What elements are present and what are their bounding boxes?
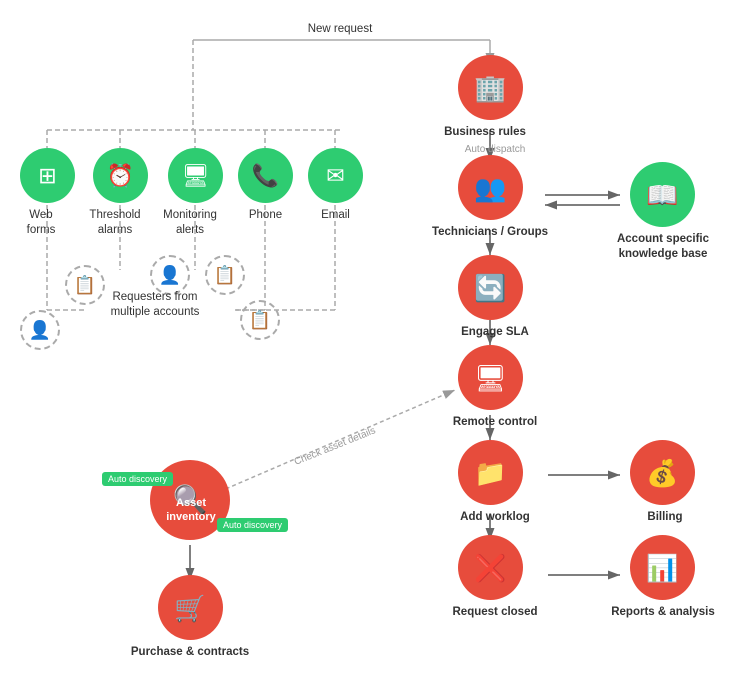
business-rules-icon: 🏢: [474, 75, 506, 101]
engage-sla-circle: 🔄: [458, 255, 523, 320]
request-closed-icon: ❌: [474, 555, 506, 581]
engage-sla-label: Engage SLA: [440, 325, 550, 340]
email-icon: ✉: [326, 165, 344, 187]
remote-control-circle: 🖥: [458, 345, 523, 410]
threshold-alarms-label: Thresholdalarms: [80, 208, 150, 238]
requester-3: 📋: [205, 255, 245, 295]
auto-dispatch-label: Auto dispatch: [440, 143, 550, 156]
request-closed-label: Request closed: [435, 605, 555, 620]
request-closed-circle: ❌: [458, 535, 523, 600]
technicians-label: Technicians / Groups: [425, 225, 555, 240]
remote-control-icon: 🖥: [474, 365, 507, 391]
technicians-icon: 👥: [474, 175, 506, 201]
reports-analysis-label: Reports & analysis: [608, 605, 718, 620]
requester-icon-4: 👤: [29, 320, 51, 341]
threshold-alarms-icon: ⏰: [107, 165, 134, 187]
requester-icon-2: 👤: [159, 265, 181, 286]
purchase-contracts-icon: 🛒: [174, 595, 206, 621]
phone-circle: 📞: [238, 148, 293, 203]
auto-discovery-badge-1: Auto discovery: [102, 472, 173, 486]
remote-control-label: Remote control: [435, 415, 555, 430]
billing-icon: 💰: [646, 460, 678, 486]
phone-icon: 📞: [252, 165, 279, 187]
asset-inventory-label: Assetinventory: [143, 496, 239, 525]
phone-label: Phone: [238, 208, 293, 223]
business-rules-circle: 🏢: [458, 55, 523, 120]
requester-5: 📋: [240, 300, 280, 340]
check-asset-label: Check asset details: [258, 411, 411, 483]
add-worklog-icon: 📁: [474, 460, 506, 486]
requesters-label: Requesters frommultiple accounts: [90, 290, 220, 320]
reports-analysis-circle: 📊: [630, 535, 695, 600]
email-label: Email: [308, 208, 363, 223]
email-circle: ✉: [308, 148, 363, 203]
requester-4: 👤: [20, 310, 60, 350]
knowledge-base-circle: 📖: [630, 162, 695, 227]
technicians-circle: 👥: [458, 155, 523, 220]
knowledge-base-icon: 📖: [646, 182, 678, 208]
requester-icon-5: 📋: [249, 310, 271, 331]
add-worklog-circle: 📁: [458, 440, 523, 505]
purchase-contracts-label: Purchase & contracts: [130, 645, 250, 660]
web-forms-icon: ⊞: [38, 165, 56, 187]
web-forms-label: Webforms: [6, 208, 76, 238]
reports-analysis-icon: 📊: [646, 555, 678, 581]
engage-sla-icon: 🔄: [474, 275, 506, 301]
monitoring-alerts-label: Monitoringalerts: [155, 208, 225, 238]
monitoring-alerts-circle: 🖥: [168, 148, 223, 203]
add-worklog-label: Add worklog: [435, 510, 555, 525]
threshold-alarms-circle: ⏰: [93, 148, 148, 203]
monitoring-alerts-icon: 🖥: [182, 165, 210, 187]
new-request-label: New request: [290, 22, 390, 37]
requester-icon-3: 📋: [214, 265, 236, 286]
knowledge-base-label: Account specificknowledge base: [608, 232, 718, 262]
requester-2: 👤: [150, 255, 190, 295]
billing-label: Billing: [630, 510, 700, 525]
purchase-contracts-circle: 🛒: [158, 575, 223, 640]
web-forms-circle: ⊞: [20, 148, 75, 203]
billing-circle: 💰: [630, 440, 695, 505]
business-rules-label: Business rules: [430, 125, 540, 140]
